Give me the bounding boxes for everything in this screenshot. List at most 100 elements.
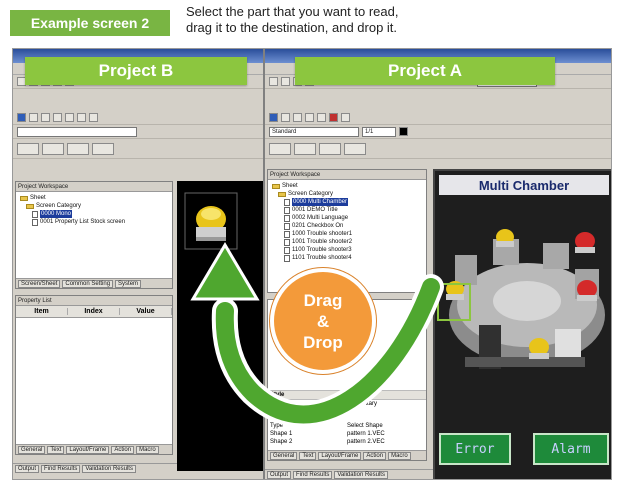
tree-item[interactable]: 1000 Trouble shooter1 bbox=[272, 230, 422, 238]
tree-item[interactable]: Sheet bbox=[272, 182, 422, 190]
column-index: Index bbox=[68, 308, 120, 315]
tree-item[interactable]: 0002 Multi Language bbox=[272, 214, 422, 222]
tool-button[interactable] bbox=[42, 142, 64, 155]
toolbar-2[interactable] bbox=[13, 111, 263, 125]
tab-common-setting[interactable]: Common Setting bbox=[62, 279, 114, 288]
alarm-button[interactable]: Alarm bbox=[533, 433, 609, 465]
toolbar-2[interactable] bbox=[265, 111, 611, 125]
property-tabs: General Text Layout/Frame Action Macro bbox=[16, 444, 172, 454]
screen-icon bbox=[32, 210, 38, 218]
group-icon[interactable] bbox=[65, 113, 74, 122]
tab-macro[interactable]: Macro bbox=[136, 445, 159, 454]
tree-item[interactable]: 0201 Checkbox On bbox=[272, 222, 422, 230]
drop-target-highlight bbox=[437, 283, 471, 321]
style-combo[interactable]: Standard bbox=[269, 126, 359, 137]
property-list-panel: Property List Item Index Value General T… bbox=[15, 295, 173, 455]
tab-text[interactable]: Text bbox=[47, 445, 65, 454]
project-b-label: Project B bbox=[25, 57, 247, 85]
example-badge: Example screen 2 bbox=[10, 10, 170, 36]
workspace-tree: Sheet Screen Category 0000 Mono 0001 Pro… bbox=[16, 192, 172, 228]
align-icon[interactable] bbox=[305, 113, 314, 122]
project-a-label: Project A bbox=[295, 57, 555, 85]
tab-general[interactable]: General bbox=[270, 451, 298, 460]
property-tabs: General Text Layout/Frame Action Macro bbox=[268, 450, 426, 460]
tree-item[interactable]: Screen Category bbox=[272, 190, 422, 198]
tab-validation-results[interactable]: Validation Results bbox=[82, 464, 136, 473]
tab-general[interactable]: General bbox=[18, 445, 46, 454]
tab-output[interactable]: Output bbox=[15, 464, 40, 473]
instruction-line-2: drag it to the destination, and drop it. bbox=[186, 20, 398, 35]
grid-icon[interactable] bbox=[41, 113, 50, 122]
yellow-lamp-icon bbox=[496, 229, 514, 247]
tree-item[interactable]: 1100 Trouble shooter3 bbox=[272, 246, 422, 254]
tab-text[interactable]: Text bbox=[299, 451, 317, 460]
tree-item[interactable]: 1101 Trouble shooter4 bbox=[272, 254, 422, 262]
align-icon[interactable] bbox=[53, 113, 62, 122]
tree-item-selected[interactable]: 0000 Mono bbox=[20, 210, 168, 218]
grid-icon[interactable] bbox=[293, 113, 302, 122]
column-value: Value bbox=[120, 308, 172, 315]
color-icon[interactable] bbox=[329, 113, 338, 122]
tool-button[interactable] bbox=[319, 142, 341, 155]
toolbar-3[interactable]: Standard 1/1 bbox=[265, 125, 611, 139]
tab-layout-frame[interactable]: Layout/Frame bbox=[318, 451, 362, 460]
drag-drop-badge: Drag & Drop bbox=[270, 268, 376, 374]
screen-icon bbox=[284, 206, 290, 214]
tab-system[interactable]: System bbox=[115, 279, 142, 288]
error-button[interactable]: Error bbox=[439, 433, 511, 465]
workspace-tabs: Screen/Sheet Common Setting System bbox=[16, 278, 172, 288]
draw-icon[interactable] bbox=[17, 113, 26, 122]
tool-button[interactable] bbox=[92, 142, 114, 155]
tree-item[interactable]: Screen Category bbox=[20, 202, 168, 210]
tree-item[interactable]: 1001 Trouble shooter2 bbox=[272, 238, 422, 246]
instruction-text: Select the part that you want to read, d… bbox=[186, 4, 398, 36]
tab-find-results[interactable]: Find Results bbox=[293, 470, 333, 479]
toolbar-4[interactable] bbox=[13, 139, 263, 159]
group-icon[interactable] bbox=[317, 113, 326, 122]
property-row[interactable]: Shape 2 pattern 2.VEC bbox=[268, 438, 426, 446]
tool-button[interactable] bbox=[294, 142, 316, 155]
tab-macro[interactable]: Macro bbox=[388, 451, 411, 460]
tree-item-selected[interactable]: 0000 Multi Chamber bbox=[272, 198, 422, 206]
layer-icon[interactable] bbox=[77, 113, 86, 122]
tab-validation-results[interactable]: Validation Results bbox=[334, 470, 388, 479]
screenshot: Project Workspace Sheet Screen Category … bbox=[12, 48, 612, 480]
new-icon[interactable] bbox=[269, 77, 278, 86]
tree-item[interactable]: 0001 Property List Stock screen bbox=[20, 218, 168, 226]
tree-item[interactable]: Sheet bbox=[20, 194, 168, 202]
zoom-icon[interactable] bbox=[89, 113, 98, 122]
instruction-line-1: Select the part that you want to read, bbox=[186, 4, 399, 19]
style-combo[interactable] bbox=[17, 126, 137, 137]
screen-canvas[interactable] bbox=[177, 181, 263, 471]
tool-button[interactable] bbox=[17, 142, 39, 155]
property-row[interactable]: Action Momentary bbox=[268, 399, 426, 408]
tool-button[interactable] bbox=[344, 142, 366, 155]
toolbar-3[interactable] bbox=[13, 125, 263, 139]
open-icon[interactable] bbox=[281, 77, 290, 86]
property-row[interactable]: Shape 1 pattern 1.VEC bbox=[268, 430, 426, 438]
select-icon[interactable] bbox=[281, 113, 290, 122]
fill-color-icon[interactable] bbox=[399, 127, 408, 136]
property-row[interactable]: Style bbox=[268, 390, 426, 399]
size-combo[interactable]: 1/1 bbox=[362, 126, 396, 137]
toolbar-4[interactable] bbox=[265, 139, 611, 159]
tree-item[interactable]: 0001 DEMO Title bbox=[272, 206, 422, 214]
zoom-icon[interactable] bbox=[341, 113, 350, 122]
multi-chamber-screen[interactable]: Multi Chamber Error Alarm bbox=[433, 169, 611, 479]
screen-icon bbox=[284, 246, 290, 254]
screen-icon bbox=[284, 214, 290, 222]
tab-layout-frame[interactable]: Layout/Frame bbox=[66, 445, 110, 454]
tab-screen-sheet[interactable]: Screen/Sheet bbox=[18, 279, 61, 288]
draw-icon[interactable] bbox=[269, 113, 278, 122]
tab-find-results[interactable]: Find Results bbox=[41, 464, 81, 473]
yellow-lamp-icon[interactable] bbox=[196, 206, 226, 241]
tab-action[interactable]: Action bbox=[363, 451, 387, 460]
tab-action[interactable]: Action bbox=[111, 445, 135, 454]
select-icon[interactable] bbox=[29, 113, 38, 122]
property-row[interactable]: Type Select Shape bbox=[268, 422, 426, 430]
tool-button[interactable] bbox=[67, 142, 89, 155]
project-workspace-panel: Project Workspace Sheet Screen Category … bbox=[15, 181, 173, 289]
yellow-lamp-icon bbox=[529, 338, 549, 359]
tool-button[interactable] bbox=[269, 142, 291, 155]
tab-output[interactable]: Output bbox=[267, 470, 292, 479]
